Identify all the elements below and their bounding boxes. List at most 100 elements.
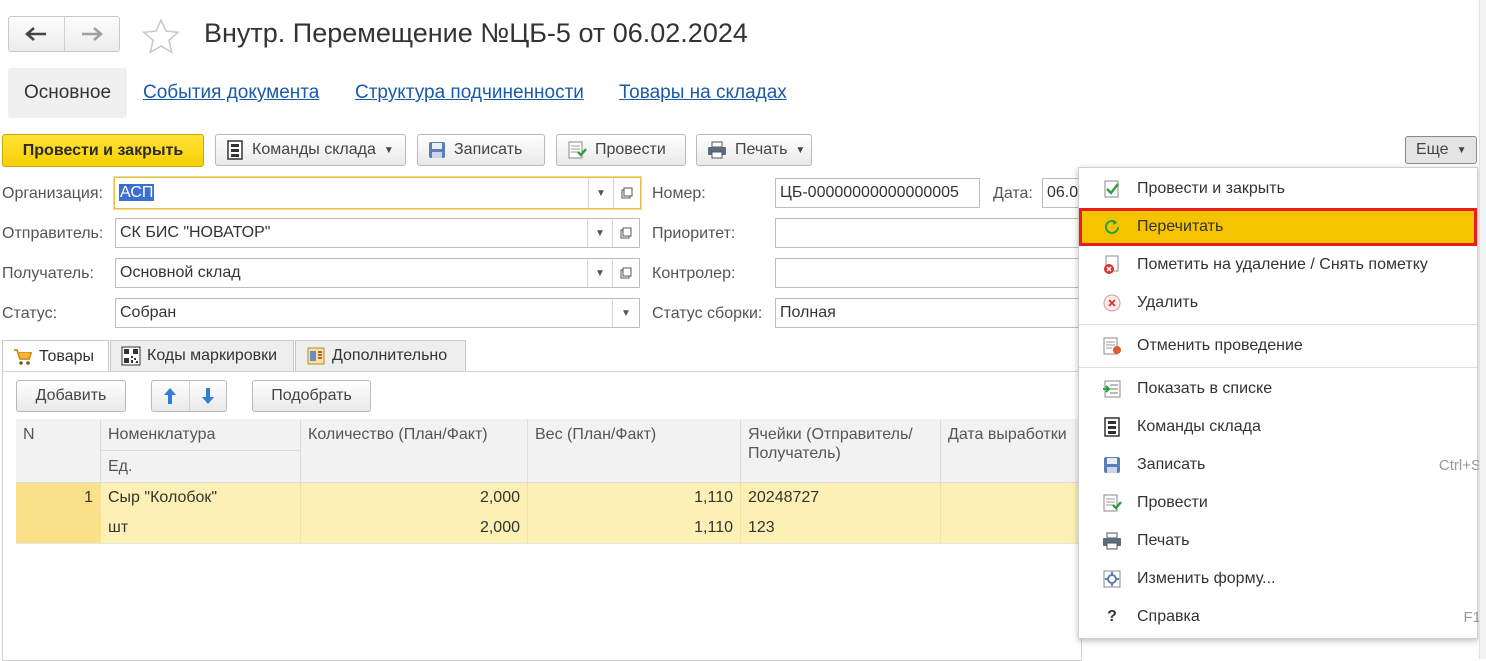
chevron-down-icon: ▼ <box>1456 144 1467 156</box>
favorite-star-icon[interactable] <box>142 18 180 54</box>
col-header-weight[interactable]: Вес (План/Факт) <box>528 419 741 483</box>
menu-item-delete[interactable]: Удалить <box>1079 284 1477 322</box>
menu-item-warehouse-commands[interactable]: Команды склада <box>1079 408 1477 446</box>
save-label: Записать <box>454 141 523 158</box>
row-cell-sender[interactable]: 20248727 <box>741 483 941 513</box>
row-unit[interactable]: шт <box>101 513 301 543</box>
number-label: Номер: <box>652 185 706 202</box>
menu-item-label: Пометить на удаление / Снять пометку <box>1137 256 1428 273</box>
add-row-button[interactable]: Добавить <box>16 380 126 412</box>
row-weight-plan[interactable]: 1,110 <box>528 483 741 513</box>
col-header-n[interactable]: N <box>16 419 101 483</box>
row-cell-receiver[interactable]: 123 <box>741 513 941 543</box>
menu-item-label: Справка <box>1137 608 1200 625</box>
menu-item-label: Провести и закрыть <box>1137 180 1285 197</box>
assembly-status-field[interactable]: Полная <box>775 298 1082 328</box>
warehouse-commands-label: Команды склада <box>252 141 376 158</box>
print-label: Печать <box>735 141 788 158</box>
menu-item-show-in-list[interactable]: Показать в списке <box>1079 370 1477 408</box>
col-header-nomenclature[interactable]: Номенклатура <box>101 419 301 451</box>
chevron-down-icon[interactable]: ▼ <box>612 299 639 327</box>
open-icon[interactable] <box>612 259 639 287</box>
row-nomenclature[interactable]: Сыр "Колобок" <box>101 483 301 513</box>
post-and-close-button[interactable]: Провести и закрыть <box>2 134 204 167</box>
menu-item-label: Удалить <box>1137 294 1199 311</box>
post-and-close-label: Провести и закрыть <box>22 141 184 159</box>
save-button[interactable]: Записать <box>417 134 545 166</box>
post-close-icon <box>1101 178 1123 200</box>
menu-item-print[interactable]: Печать <box>1079 522 1477 560</box>
pick-button[interactable]: Подобрать <box>252 380 371 412</box>
menu-item-post-close[interactable]: Провести и закрыть <box>1079 170 1477 208</box>
assembly-status-label: Статус сборки: <box>652 305 763 322</box>
arrow-right-icon <box>81 27 103 41</box>
sender-field[interactable]: СК БИС "НОВАТОР" ▼ <box>115 218 640 248</box>
delete-icon <box>1101 292 1123 314</box>
tab-goods[interactable]: Товары <box>2 340 109 372</box>
chevron-down-icon: ▼ <box>795 144 806 156</box>
menu-item-label: Провести <box>1137 494 1208 511</box>
save-icon <box>1101 454 1123 476</box>
receiver-field[interactable]: Основной склад ▼ <box>115 258 640 288</box>
date-field[interactable]: 06.0 <box>1042 178 1082 208</box>
organization-field[interactable]: АСП ▼ <box>114 177 641 209</box>
menu-item-reread[interactable]: Перечитать <box>1079 208 1477 246</box>
more-button[interactable]: Еще ▼ <box>1405 136 1477 164</box>
row-weight-fact[interactable]: 1,110 <box>528 513 741 543</box>
open-icon[interactable] <box>613 178 640 208</box>
tab-marking-codes[interactable]: Коды маркировки <box>110 340 294 371</box>
menu-item-mark-delete[interactable]: Пометить на удаление / Снять пометку <box>1079 246 1477 284</box>
move-down-button[interactable] <box>190 381 227 411</box>
page-title: Внутр. Перемещение №ЦБ-5 от 06.02.2024 <box>204 18 748 48</box>
tab-document-events[interactable]: События документа <box>143 82 319 104</box>
back-button[interactable] <box>9 17 64 51</box>
window-scrollbar[interactable] <box>1479 0 1486 659</box>
controller-field[interactable] <box>775 258 1082 288</box>
menu-item-label: Изменить форму... <box>1137 570 1276 587</box>
tab-main[interactable]: Основное <box>8 68 127 118</box>
menu-item-customize-form[interactable]: Изменить форму... <box>1079 560 1477 598</box>
row-number: 1 <box>16 483 101 513</box>
arrow-down-icon <box>201 388 214 404</box>
menu-item-help[interactable]: ? Справка F1 <box>1079 598 1481 636</box>
forward-button[interactable] <box>63 17 120 51</box>
print-icon <box>707 141 727 159</box>
show-in-list-icon <box>1101 378 1123 400</box>
move-up-button[interactable] <box>152 381 190 411</box>
row-qty-plan[interactable]: 2,000 <box>301 483 528 513</box>
col-header-unit[interactable]: Ед. <box>101 451 301 483</box>
row-qty-fact[interactable]: 2,000 <box>301 513 528 543</box>
menu-item-shortcut: Ctrl+S <box>1438 456 1481 474</box>
number-value: ЦБ-00000000000000005 <box>780 184 959 201</box>
chevron-down-icon[interactable]: ▼ <box>588 178 613 208</box>
row-divider <box>16 543 1082 544</box>
status-label: Статус: <box>2 305 58 322</box>
open-icon[interactable] <box>612 219 639 247</box>
tab-subordination-structure[interactable]: Структура подчиненности <box>355 82 584 104</box>
menu-item-post[interactable]: Провести <box>1079 484 1477 522</box>
row-production-date[interactable] <box>941 483 1082 513</box>
menu-item-unpost[interactable]: Отменить проведение <box>1079 327 1477 365</box>
post-button[interactable]: Провести <box>556 134 686 166</box>
col-header-production-date[interactable]: Дата выработки <box>941 419 1082 483</box>
organization-value-wrap: АСП <box>115 184 588 202</box>
sender-value: СК БИС "НОВАТОР" <box>120 224 271 241</box>
document-list-icon <box>306 346 326 366</box>
more-menu: Провести и закрыть Перечитать Пометить н… <box>1078 167 1481 639</box>
add-row-label: Добавить <box>35 387 107 404</box>
priority-field[interactable] <box>775 218 1082 248</box>
col-header-quantity[interactable]: Количество (План/Факт) <box>301 419 528 483</box>
menu-item-label: Печать <box>1137 532 1190 549</box>
warehouse-commands-button[interactable]: Команды склада ▼ <box>215 134 406 166</box>
col-header-cells[interactable]: Ячейки (Отправитель/ Получатель) <box>741 419 941 483</box>
menu-item-save[interactable]: Записать Ctrl+S <box>1079 446 1481 484</box>
tab-additional[interactable]: Дополнительно <box>295 340 466 371</box>
chevron-down-icon[interactable]: ▼ <box>587 259 612 287</box>
tab-warehouse-goods[interactable]: Товары на складах <box>619 82 787 104</box>
post-label: Провести <box>595 141 666 158</box>
post-icon <box>567 140 587 160</box>
number-field[interactable]: ЦБ-00000000000000005 <box>775 178 980 208</box>
print-button[interactable]: Печать ▼ <box>696 134 812 166</box>
chevron-down-icon[interactable]: ▼ <box>587 219 612 247</box>
status-field[interactable]: Собран ▼ <box>115 298 640 328</box>
